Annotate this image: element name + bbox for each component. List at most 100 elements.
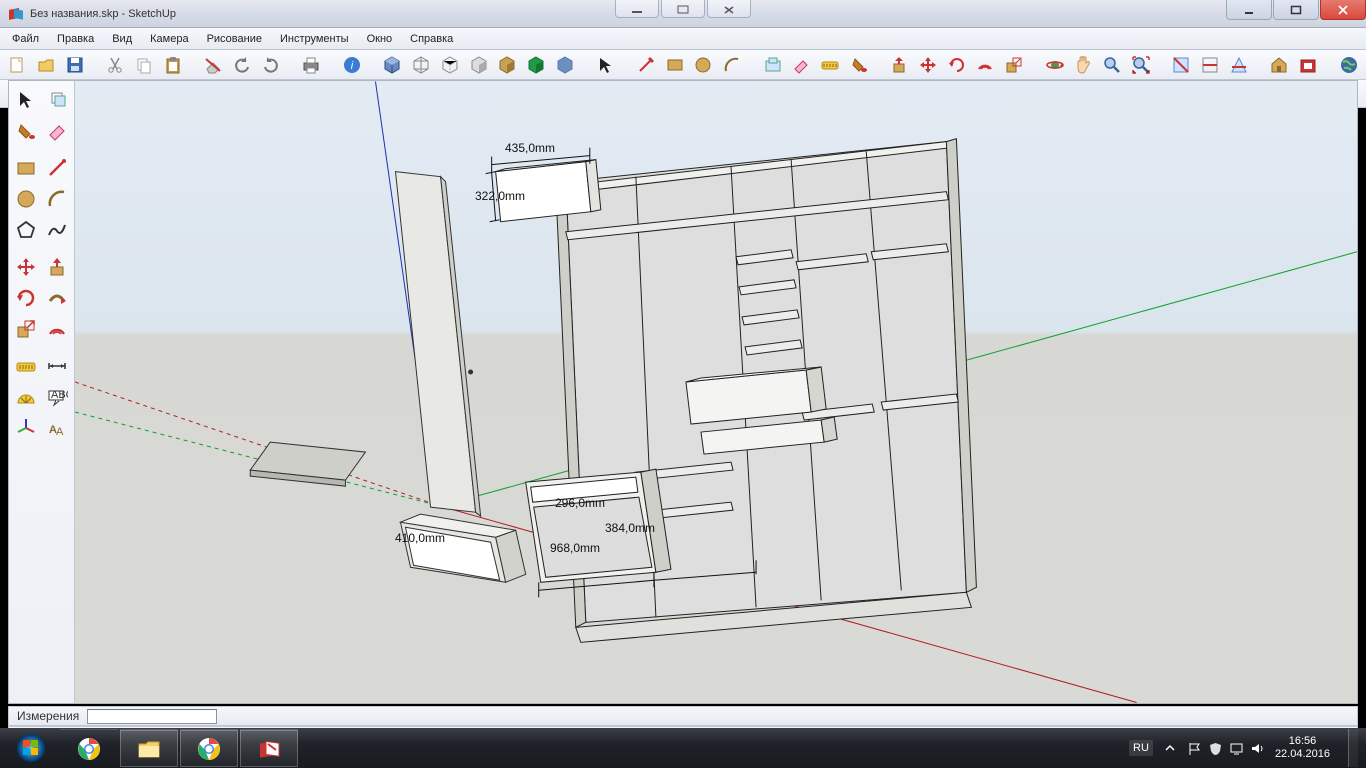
tool-select-icon[interactable] [11, 85, 40, 114]
scene [75, 81, 1357, 703]
tool-tape-icon[interactable] [11, 351, 40, 380]
tb-paste-icon[interactable] [159, 52, 186, 78]
tool-scale-icon[interactable] [11, 314, 40, 343]
tb-print-icon[interactable] [298, 52, 325, 78]
taskbar-chrome2-icon[interactable] [180, 729, 238, 767]
tray-network-icon[interactable] [1229, 741, 1244, 756]
tool-pushpull-icon[interactable] [42, 252, 71, 281]
tray-clock[interactable]: 16:56 22.04.2016 [1275, 735, 1330, 760]
tb-rotate-icon[interactable] [943, 52, 970, 78]
tb-erase-icon[interactable] [200, 52, 227, 78]
tool-make-component-icon[interactable] [42, 85, 71, 114]
style-back-icon[interactable] [551, 52, 578, 78]
tray-volume-icon[interactable] [1250, 741, 1265, 756]
tool-rotate-icon[interactable] [11, 283, 40, 312]
tb-zoom-extents-icon[interactable] [1128, 52, 1155, 78]
tb-save-icon[interactable] [62, 52, 89, 78]
tb-undo-icon[interactable] [229, 52, 256, 78]
tb-eraser-icon[interactable] [788, 52, 815, 78]
menu-camera[interactable]: Камера [142, 30, 196, 48]
tool-freehand-icon[interactable] [42, 215, 71, 244]
style-shaded-icon[interactable] [465, 52, 492, 78]
taskbar-sketchup-icon[interactable] [240, 729, 298, 767]
title-aux-tab[interactable] [661, 0, 705, 18]
tb-open-icon[interactable] [33, 52, 60, 78]
tb-rectangle-icon[interactable] [661, 52, 688, 78]
tb-line-icon[interactable] [632, 52, 659, 78]
menu-help[interactable]: Справка [402, 30, 461, 48]
menu-edit[interactable]: Правка [49, 30, 102, 48]
tb-info-icon[interactable]: i [338, 52, 365, 78]
tool-offset-icon[interactable] [42, 314, 71, 343]
tb-copy-icon[interactable] [131, 52, 158, 78]
tb-select-icon[interactable] [592, 52, 619, 78]
titlebar: Без названия.skp - SketchUp [0, 0, 1366, 28]
tray-language[interactable]: RU [1129, 740, 1153, 756]
menu-draw[interactable]: Рисование [199, 30, 270, 48]
tool-rectangle-icon[interactable] [11, 153, 40, 182]
tool-polygon-icon[interactable] [11, 215, 40, 244]
menu-file[interactable]: Файл [4, 30, 47, 48]
style-wireframe-icon[interactable] [408, 52, 435, 78]
tool-circle-icon[interactable] [11, 184, 40, 213]
tb-section-cut-icon[interactable] [1226, 52, 1253, 78]
minimize-button[interactable] [1226, 0, 1272, 20]
maximize-button[interactable] [1273, 0, 1319, 20]
tool-paintbucket-icon[interactable] [11, 116, 40, 145]
system-tray: RU 16:56 22.04.2016 [1129, 729, 1362, 767]
taskbar-explorer-icon[interactable] [120, 729, 178, 767]
style-mono-icon[interactable] [494, 52, 521, 78]
tb-pan-icon[interactable] [1070, 52, 1097, 78]
tb-circle-icon[interactable] [690, 52, 717, 78]
style-xray-icon[interactable] [523, 52, 550, 78]
vcb-label: Измерения [17, 709, 79, 723]
title-aux-tab[interactable] [615, 0, 659, 18]
tb-scale-icon[interactable] [1001, 52, 1028, 78]
taskbar: RU 16:56 22.04.2016 [0, 728, 1366, 768]
tb-move-icon[interactable] [915, 52, 942, 78]
tb-earth-icon[interactable] [1335, 52, 1362, 78]
tool-text-icon[interactable]: ABC [42, 382, 71, 411]
tb-orbit-icon[interactable] [1041, 52, 1068, 78]
menu-window[interactable]: Окно [359, 30, 401, 48]
tb-make-component-icon[interactable] [759, 52, 786, 78]
tb-pushpull-icon[interactable] [886, 52, 913, 78]
tool-arc-icon[interactable] [42, 184, 71, 213]
tb-new-icon[interactable] [4, 52, 31, 78]
tool-followme-icon[interactable] [42, 283, 71, 312]
taskbar-chrome-icon[interactable] [60, 729, 118, 767]
tray-flag-icon[interactable] [1187, 741, 1202, 756]
tool-axes-icon[interactable] [11, 413, 40, 442]
tray-chevron-icon[interactable] [1163, 741, 1177, 755]
vcb-input[interactable] [87, 709, 217, 724]
tb-section-display-icon[interactable] [1197, 52, 1224, 78]
menu-view[interactable]: Вид [104, 30, 140, 48]
style-hidden-icon[interactable] [436, 52, 463, 78]
tb-cut-icon[interactable] [102, 52, 129, 78]
tool-dimension-icon[interactable] [42, 351, 71, 380]
tb-redo-icon[interactable] [257, 52, 284, 78]
tb-offset-icon[interactable] [972, 52, 999, 78]
tool-line-icon[interactable] [42, 153, 71, 182]
tool-3dtext-icon[interactable]: AA [42, 413, 71, 442]
tray-shield-icon[interactable] [1208, 741, 1223, 756]
tb-zoom-icon[interactable] [1099, 52, 1126, 78]
start-button[interactable] [4, 729, 58, 767]
close-button[interactable] [1320, 0, 1366, 20]
tool-eraser-icon[interactable] [42, 116, 71, 145]
tool-move-icon[interactable] [11, 252, 40, 281]
title-aux-tab[interactable] [707, 0, 751, 18]
show-desktop-button[interactable] [1348, 729, 1358, 767]
tb-warehouse-icon[interactable] [1266, 52, 1293, 78]
tb-arc-icon[interactable] [719, 52, 746, 78]
tool-protractor-icon[interactable] [11, 382, 40, 411]
tb-paint-icon[interactable] [845, 52, 872, 78]
tb-tape-icon[interactable] [817, 52, 844, 78]
viewport[interactable]: 435,0mm 322,0mm 296,0mm 384,0mm 968,0mm … [75, 81, 1357, 703]
menu-tools[interactable]: Инструменты [272, 30, 357, 48]
tb-section-icon[interactable] [1168, 52, 1195, 78]
style-shaded-tex-icon[interactable] [379, 52, 406, 78]
title-aux-tabs [614, 0, 752, 18]
tb-extension-icon[interactable] [1295, 52, 1322, 78]
toolbar-main: i [0, 50, 1366, 80]
